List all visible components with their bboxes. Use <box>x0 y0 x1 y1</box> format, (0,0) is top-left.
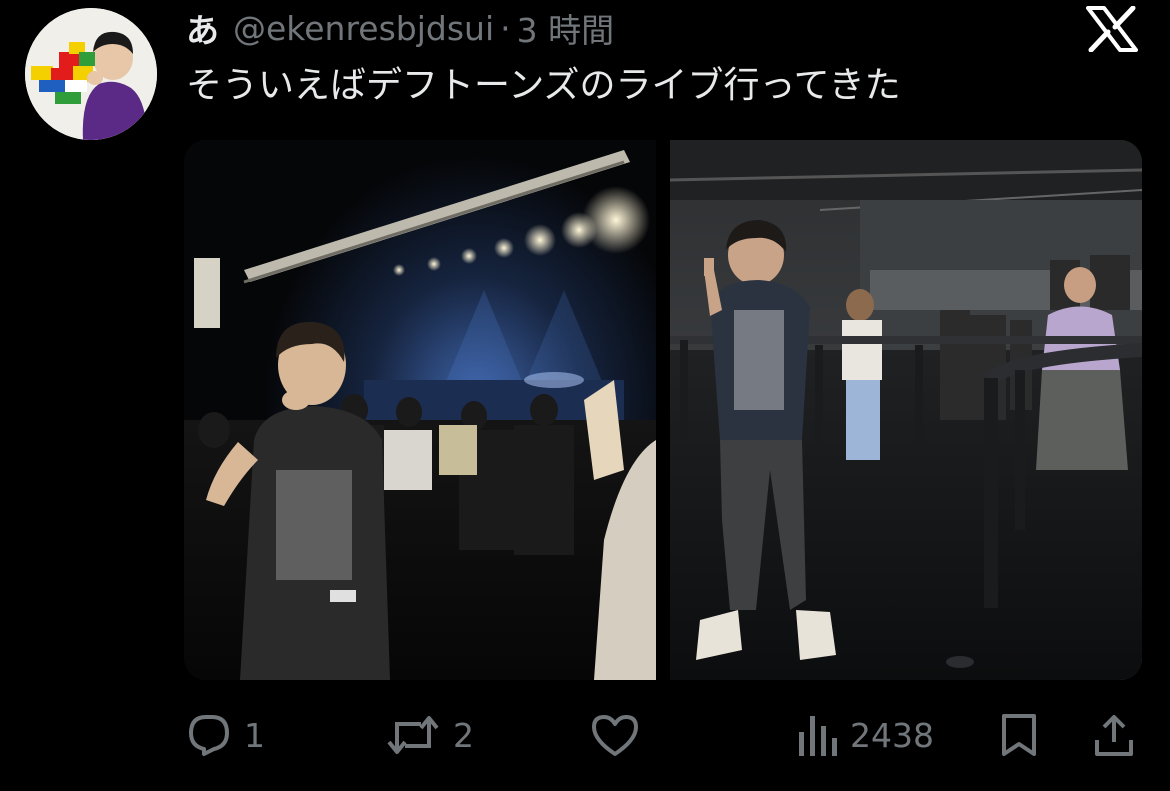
action-bar: 1 2 2438 <box>0 700 1170 770</box>
share-button[interactable] <box>1092 700 1136 770</box>
reply-count: 1 <box>244 715 265 755</box>
avatar[interactable] <box>25 8 157 140</box>
like-button[interactable] <box>590 700 640 770</box>
display-name[interactable]: あ <box>186 4 219 52</box>
share-icon <box>1092 712 1136 758</box>
x-logo-icon[interactable] <box>1086 5 1138 53</box>
views-count: 2438 <box>850 715 934 755</box>
media-grid <box>184 140 1142 680</box>
retweet-button[interactable]: 2 <box>385 700 474 770</box>
tweet-header: あ @ekenresbjdsui · 3 時間 <box>186 2 614 54</box>
tweet-text: そういえばデフトーンズのライブ行ってきた <box>186 65 901 106</box>
separator-dot: · <box>500 8 511 48</box>
bookmark-button[interactable] <box>998 700 1040 770</box>
user-handle[interactable]: @ekenresbjdsui <box>233 9 494 48</box>
bookmark-icon <box>998 712 1040 758</box>
concert-photo-2 <box>670 140 1142 680</box>
photo-2[interactable] <box>670 140 1142 680</box>
retweet-count: 2 <box>453 715 474 755</box>
reply-button[interactable]: 1 <box>186 700 265 770</box>
timestamp[interactable]: 3 時間 <box>517 4 615 52</box>
reply-icon <box>186 712 232 758</box>
retweet-icon <box>385 712 441 758</box>
photo-1[interactable] <box>184 140 656 680</box>
heart-icon <box>590 712 640 758</box>
views-button[interactable]: 2438 <box>796 700 934 770</box>
views-icon <box>796 712 838 758</box>
concert-photo-1 <box>184 140 656 680</box>
avatar-image <box>25 8 157 140</box>
